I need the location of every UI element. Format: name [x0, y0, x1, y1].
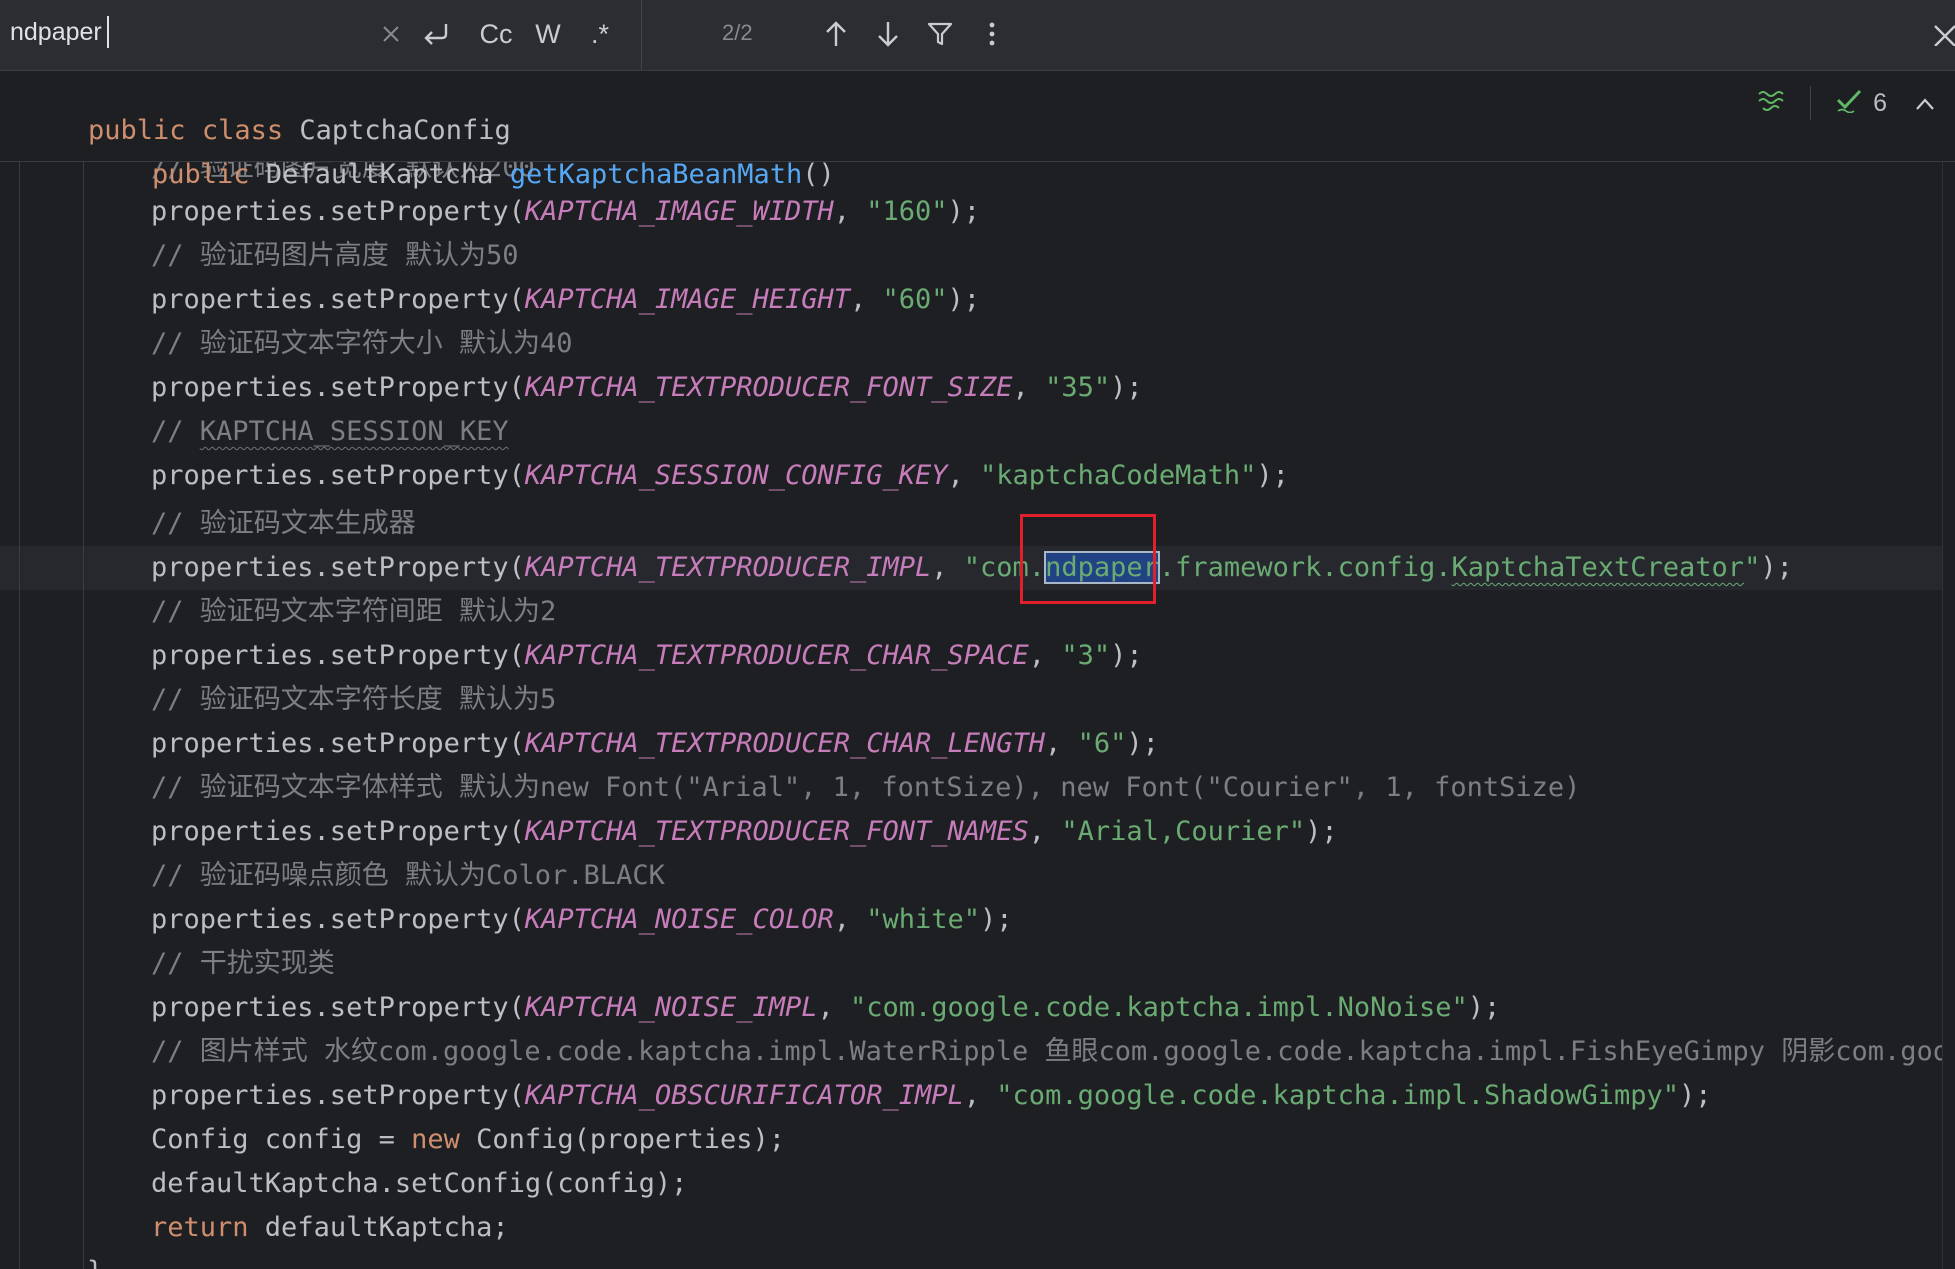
- arrow-up-icon[interactable]: [818, 12, 854, 56]
- code-line-comment[interactable]: // 图片样式 水纹com.google.code.kaptcha.impl.W…: [151, 1030, 1955, 1074]
- match-case-toggle[interactable]: Cc: [474, 12, 518, 56]
- code-line-comment[interactable]: // 验证码文本字符间距 默认为2: [151, 590, 556, 634]
- code-line[interactable]: Config config = new Config(properties);: [151, 1118, 785, 1162]
- code-line[interactable]: properties.setProperty(KAPTCHA_TEXTPRODU…: [151, 810, 1338, 854]
- regex-toggle[interactable]: .*: [580, 12, 620, 56]
- code-line[interactable]: properties.setProperty(KAPTCHA_NOISE_COL…: [151, 898, 1013, 942]
- search-match-highlight: ndpaper: [1044, 551, 1160, 584]
- code-line[interactable]: defaultKaptcha.setConfig(config);: [151, 1162, 687, 1206]
- text-caret: [107, 16, 109, 48]
- ai-assistant-icon[interactable]: [1756, 86, 1786, 121]
- vertical-scrollbar[interactable]: [1942, 162, 1955, 1269]
- code-line-search-match[interactable]: properties.setProperty(KAPTCHA_TEXTPRODU…: [151, 546, 1793, 590]
- enter-icon[interactable]: [418, 12, 454, 56]
- code-line[interactable]: properties.setProperty(KAPTCHA_TEXTPRODU…: [151, 366, 1143, 410]
- find-bar: Cc W .* 2/2: [0, 0, 1955, 71]
- code-line[interactable]: properties.setProperty(KAPTCHA_NOISE_IMP…: [151, 986, 1500, 1030]
- close-icon[interactable]: [375, 12, 407, 56]
- check-icon: [1835, 87, 1863, 120]
- sticky-method-line[interactable]: public DefaultKaptcha getKaptchaBeanMath…: [87, 121, 835, 229]
- inspection-divider: [1810, 86, 1812, 120]
- code-line-comment[interactable]: // 验证码文本字体样式 默认为new Font("Arial", 1, fon…: [151, 766, 1580, 810]
- chevron-up-icon[interactable]: [1915, 89, 1935, 118]
- code-line-comment[interactable]: // 验证码文本生成器: [151, 502, 416, 546]
- toolbar-divider: [641, 0, 642, 70]
- sticky-scope-header: public class CaptchaConfig public Defaul…: [0, 71, 1955, 190]
- code-line-closing-brace[interactable]: }: [87, 1250, 103, 1269]
- code-line[interactable]: return defaultKaptcha;: [151, 1206, 509, 1250]
- code-line-comment[interactable]: // 验证码文本字符长度 默认为5: [151, 678, 556, 722]
- code-line-comment[interactable]: // 干扰实现类: [151, 942, 335, 986]
- more-vertical-icon[interactable]: [974, 12, 1010, 56]
- code-line[interactable]: properties.setProperty(KAPTCHA_SESSION_C…: [151, 454, 1289, 498]
- code-line[interactable]: properties.setProperty(KAPTCHA_TEXTPRODU…: [151, 634, 1143, 678]
- code-line-comment[interactable]: // 验证码文本字符大小 默认为40: [151, 322, 573, 366]
- search-input[interactable]: [10, 14, 370, 50]
- code-line-comment[interactable]: // 验证码图片高度 默认为50: [151, 234, 519, 278]
- whole-words-toggle[interactable]: W: [530, 12, 566, 56]
- indent-guide: [19, 162, 20, 1269]
- code-line-comment[interactable]: // KAPTCHA_SESSION_KEY: [151, 410, 509, 454]
- code-editor[interactable]: // 验证码图片宽度 默认为200 properties.setProperty…: [0, 162, 1955, 1269]
- arrow-down-icon[interactable]: [870, 12, 906, 56]
- inspection-widget[interactable]: 6: [1756, 83, 1935, 123]
- code-line-comment[interactable]: // 验证码噪点颜色 默认为Color.BLACK: [151, 854, 665, 898]
- match-count: 2/2: [722, 20, 753, 45]
- code-line[interactable]: properties.setProperty(KAPTCHA_OBSCURIFI…: [151, 1074, 1712, 1118]
- indent-guide: [83, 162, 84, 1269]
- close-find-bar-icon[interactable]: [1930, 12, 1955, 56]
- filter-icon[interactable]: [922, 12, 958, 56]
- inspection-ok-count: 6: [1873, 88, 1887, 117]
- code-line[interactable]: properties.setProperty(KAPTCHA_IMAGE_HEI…: [151, 278, 980, 322]
- code-line[interactable]: properties.setProperty(KAPTCHA_TEXTPRODU…: [151, 722, 1159, 766]
